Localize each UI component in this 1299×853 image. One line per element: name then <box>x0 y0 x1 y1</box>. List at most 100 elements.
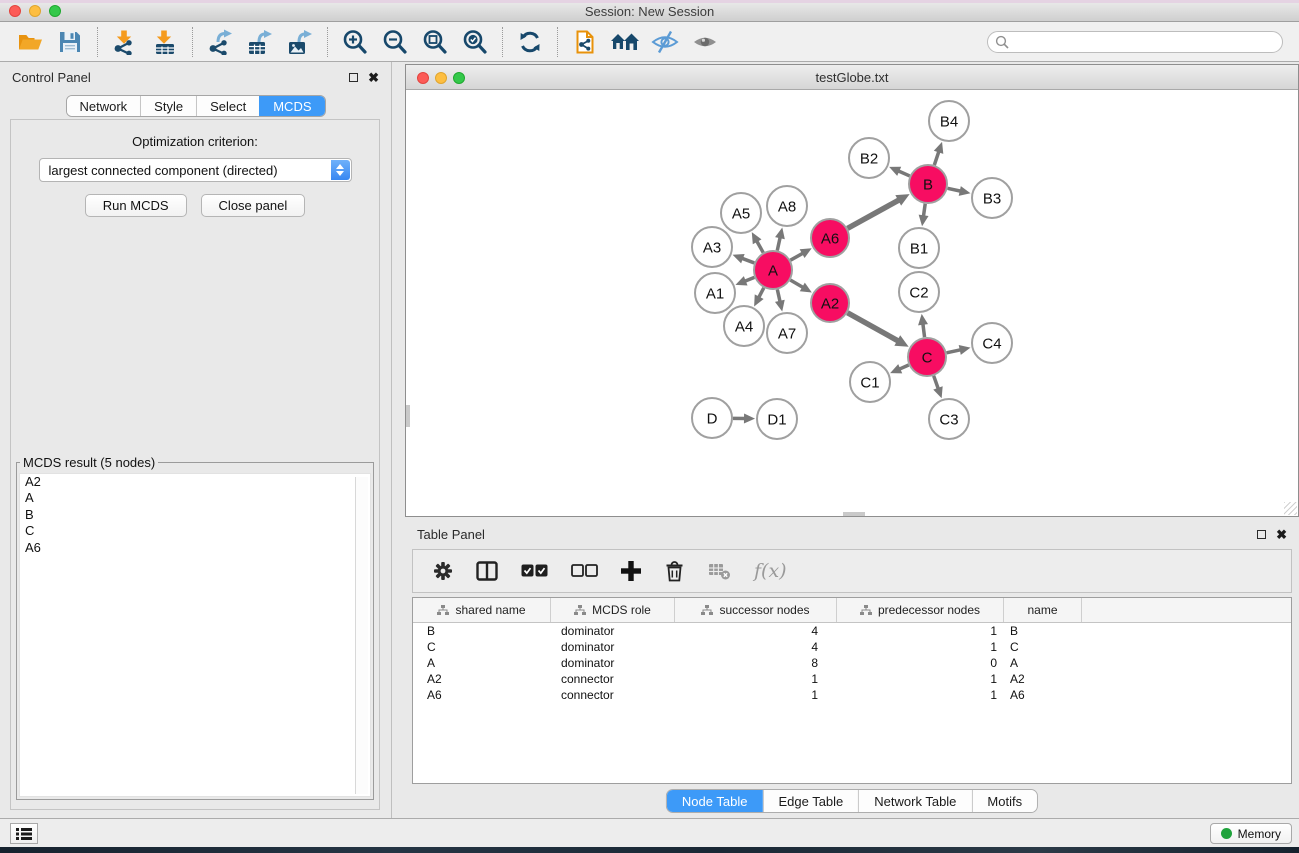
refresh-button[interactable] <box>510 24 550 60</box>
column-header-predecessor-nodes[interactable]: predecessor nodes <box>837 598 1004 622</box>
graph-node-C1[interactable]: C1 <box>850 362 890 402</box>
result-item[interactable]: A2 <box>20 474 370 490</box>
tab-network-table[interactable]: Network Table <box>858 790 971 812</box>
search-input[interactable] <box>987 31 1283 53</box>
graph-node-A4[interactable]: A4 <box>724 306 764 346</box>
table-row[interactable]: B dominator 4 1 B <box>413 623 1291 639</box>
graph-edge[interactable] <box>923 204 925 217</box>
clone-network-button[interactable] <box>565 24 605 60</box>
tab-network[interactable]: Network <box>66 96 140 116</box>
graph-node-C3[interactable]: C3 <box>929 399 969 439</box>
graph-edge[interactable] <box>848 199 900 228</box>
close-panel-icon[interactable]: ✖ <box>1276 530 1287 539</box>
resize-grip[interactable] <box>1284 502 1297 515</box>
result-scrollbar[interactable] <box>355 477 368 794</box>
export-table-button[interactable] <box>240 24 280 60</box>
graph-node-A7[interactable]: A7 <box>767 313 807 353</box>
table-row[interactable]: A dominator 8 0 A <box>413 655 1291 671</box>
float-panel-icon[interactable] <box>349 73 358 82</box>
graph-node-B1[interactable]: B1 <box>899 228 939 268</box>
column-header-successor-nodes[interactable]: successor nodes <box>675 598 837 622</box>
tab-select[interactable]: Select <box>196 96 259 116</box>
graph-edge[interactable] <box>934 376 939 390</box>
mcds-result-list[interactable]: A2 A B C A6 <box>19 473 371 797</box>
home-layout-button[interactable] <box>605 24 645 60</box>
table-row[interactable]: C dominator 4 1 C <box>413 639 1291 655</box>
graph-edge[interactable] <box>948 188 962 191</box>
result-item[interactable]: A <box>20 490 370 506</box>
zoom-selected-button[interactable] <box>455 24 495 60</box>
graph-node-C[interactable]: C <box>908 338 946 376</box>
graph-edge[interactable] <box>934 150 939 165</box>
graph-node-D[interactable]: D <box>692 398 732 438</box>
vertical-scroll-mark[interactable] <box>406 405 410 427</box>
run-mcds-button[interactable]: Run MCDS <box>85 194 187 217</box>
horizontal-scroll-mark[interactable] <box>843 512 865 516</box>
zoom-fit-button[interactable] <box>415 24 455 60</box>
graph-edge[interactable] <box>741 258 754 263</box>
settings-gear-icon[interactable] <box>433 561 453 581</box>
graph-edge[interactable] <box>790 280 804 288</box>
add-column-icon[interactable] <box>621 561 641 581</box>
graph-edge[interactable] <box>923 323 925 337</box>
close-panel-icon[interactable]: ✖ <box>368 73 379 82</box>
graph-edge[interactable] <box>756 240 763 253</box>
graph-node-A6[interactable]: A6 <box>811 219 849 257</box>
task-history-button[interactable] <box>10 823 38 844</box>
graph-node-A2[interactable]: A2 <box>811 284 849 322</box>
select-all-icon[interactable] <box>521 564 548 578</box>
network-graph[interactable]: B4 B2 B B3 A5A8A6 A3 B1 A A1 C2 A2 A4A7 C4 C C1 C3 D D1 <box>406 91 1298 517</box>
graph-node-A8[interactable]: A8 <box>767 186 807 226</box>
result-item[interactable]: A6 <box>20 540 370 556</box>
zoom-in-button[interactable] <box>335 24 375 60</box>
delete-table-icon[interactable] <box>708 561 731 581</box>
tab-style[interactable]: Style <box>140 96 196 116</box>
graph-node-C2[interactable]: C2 <box>899 272 939 312</box>
network-canvas[interactable]: B4 B2 B B3 A5A8A6 A3 B1 A A1 C2 A2 A4A7 C4 C C1 C3 D D1 <box>406 91 1298 516</box>
export-network-button[interactable] <box>200 24 240 60</box>
graph-edge[interactable] <box>777 236 780 250</box>
graph-node-B4[interactable]: B4 <box>929 101 969 141</box>
export-image-button[interactable] <box>280 24 320 60</box>
criterion-dropdown[interactable]: largest connected component (directed) <box>39 158 352 182</box>
save-session-button[interactable] <box>50 24 90 60</box>
import-network-button[interactable] <box>105 24 145 60</box>
tab-edge-table[interactable]: Edge Table <box>762 790 858 812</box>
graph-edge[interactable] <box>777 290 780 303</box>
graph-node-B3[interactable]: B3 <box>972 178 1012 218</box>
tab-node-table[interactable]: Node Table <box>667 790 763 812</box>
graph-node-A1[interactable]: A1 <box>695 273 735 313</box>
graph-node-A[interactable]: A <box>754 251 792 289</box>
function-builder-icon[interactable]: f(x) <box>754 560 787 582</box>
float-panel-icon[interactable] <box>1257 530 1266 539</box>
column-header-mcds-role[interactable]: MCDS role <box>551 598 675 622</box>
graph-node-A3[interactable]: A3 <box>692 227 732 267</box>
graph-node-B[interactable]: B <box>909 165 947 203</box>
result-item[interactable]: B <box>20 507 370 523</box>
graph-edge[interactable] <box>790 253 803 261</box>
tab-mcds[interactable]: MCDS <box>259 96 324 116</box>
hide-visibility-button[interactable] <box>645 24 685 60</box>
import-table-button[interactable] <box>145 24 185 60</box>
graph-edge[interactable] <box>947 350 962 353</box>
zoom-out-button[interactable] <box>375 24 415 60</box>
graph-edge[interactable] <box>897 171 909 176</box>
table-row[interactable]: A6 connector 1 1 A6 <box>413 687 1291 703</box>
deselect-all-icon[interactable] <box>571 564 598 578</box>
open-session-button[interactable] <box>10 24 50 60</box>
graph-node-A5[interactable]: A5 <box>721 193 761 233</box>
memory-button[interactable]: Memory <box>1210 823 1292 844</box>
delete-icon[interactable] <box>664 561 685 582</box>
column-header-name[interactable]: name <box>1004 598 1082 622</box>
graph-node-B2[interactable]: B2 <box>849 138 889 178</box>
tab-motifs[interactable]: Motifs <box>971 790 1037 812</box>
result-item[interactable]: C <box>20 523 370 539</box>
graph-edge[interactable] <box>847 313 899 342</box>
split-panel-icon[interactable] <box>476 561 498 581</box>
graph-node-C4[interactable]: C4 <box>972 323 1012 363</box>
show-visibility-button[interactable] <box>685 24 725 60</box>
column-header-shared-name[interactable]: shared name <box>413 598 551 622</box>
graph-node-D1[interactable]: D1 <box>757 399 797 439</box>
close-panel-button[interactable]: Close panel <box>201 194 306 217</box>
table-row[interactable]: A2 connector 1 1 A2 <box>413 671 1291 687</box>
